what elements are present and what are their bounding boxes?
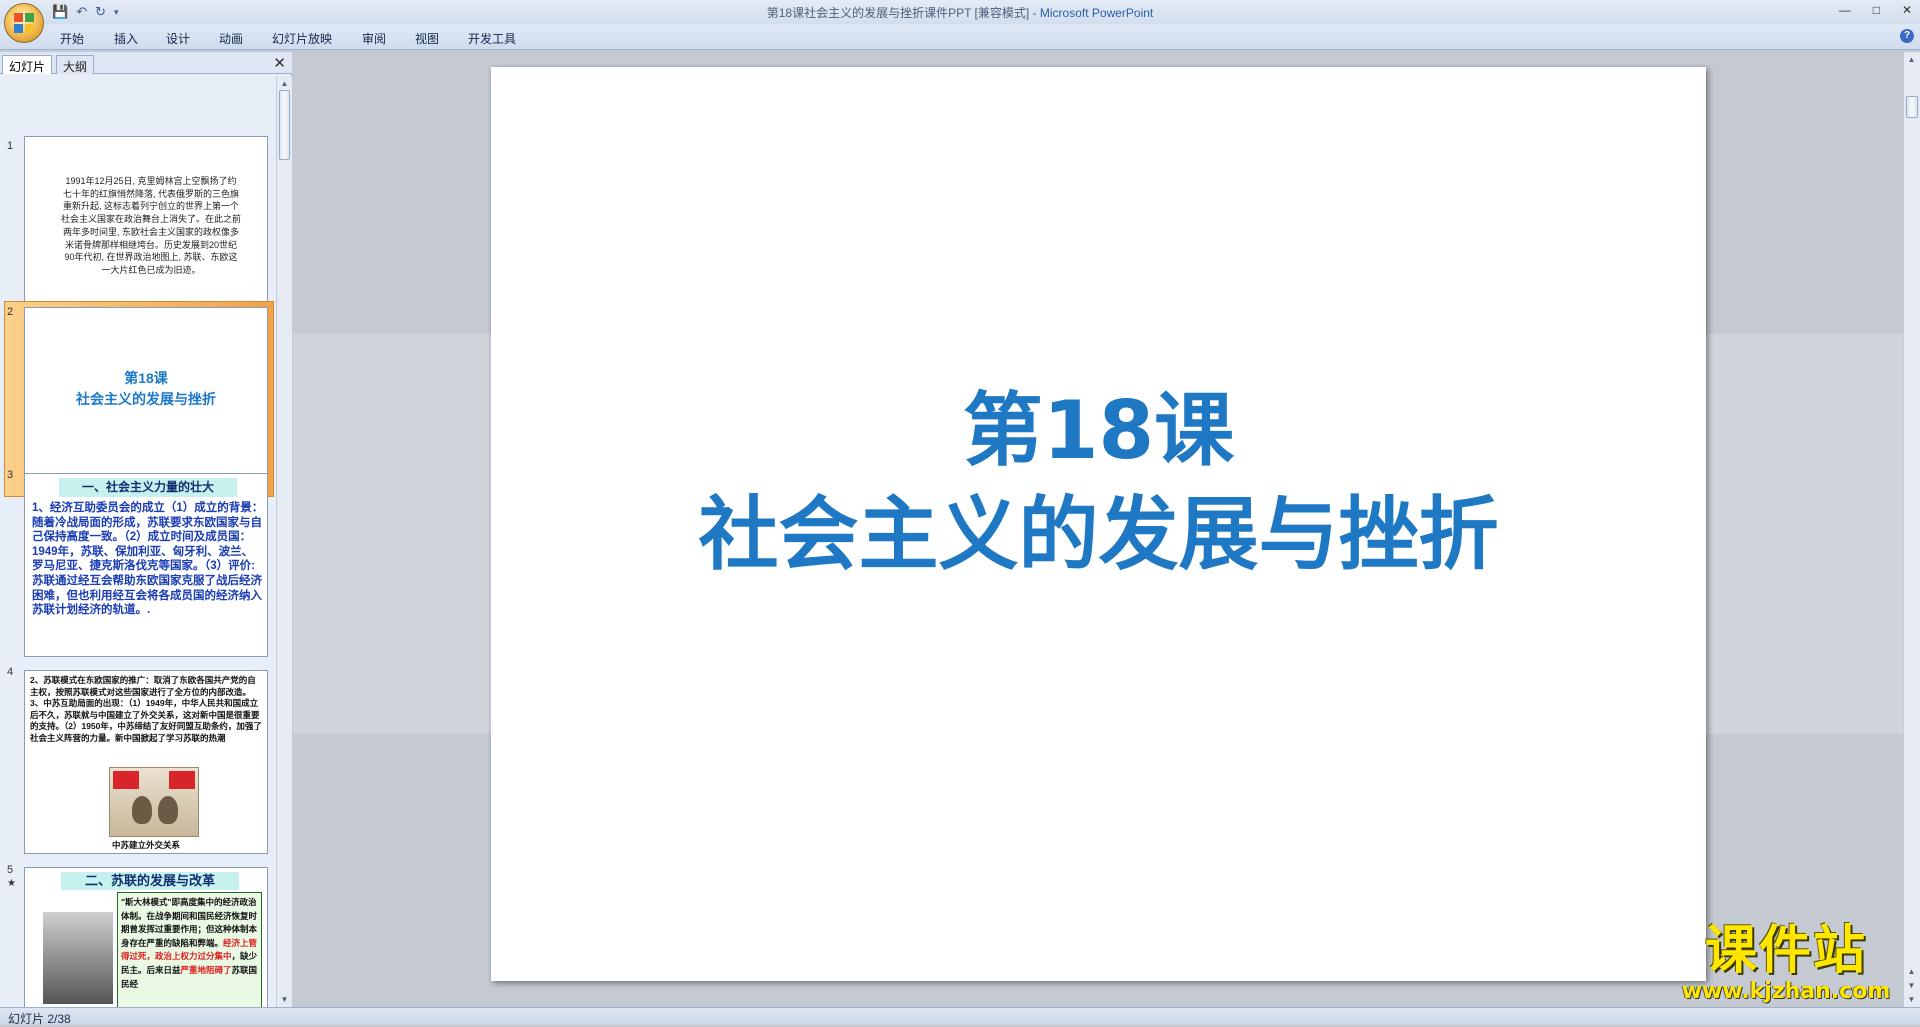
animation-icon: ★ — [7, 878, 16, 889]
tab-animations[interactable]: 动画 — [219, 30, 243, 47]
flag-icon — [169, 771, 195, 789]
thumbnail-body: 1、经济互助委员会的成立（1）成立的背景：随着冷战局面的形成，苏联要求东欧国家与… — [32, 502, 264, 617]
title-separator: - — [1029, 6, 1040, 20]
title-bar: 第18课社会主义的发展与挫折课件PPT [兼容模式] - Microsoft P… — [0, 0, 1920, 24]
window-title: 第18课社会主义的发展与挫折课件PPT [兼容模式] - Microsoft P… — [0, 4, 1920, 21]
slide-thumbnail-5[interactable]: 二、苏联的发展与改革 "斯大林模式"即高度集中的经济政治体制。在战争期间和国民经… — [24, 867, 268, 1007]
thumbnail-title-line1: 第18课 — [124, 370, 168, 386]
status-bar: 幻灯片 2/38 — [0, 1007, 1920, 1026]
panel-tabs: 幻灯片 大纲 ✕ — [0, 52, 292, 74]
slide-number: 3 — [7, 469, 14, 481]
slides-panel: 幻灯片 大纲 ✕ 1 1991年12月25日, 克里姆林宫上空飘扬了约七十年的红… — [0, 52, 292, 1007]
watermark-url: www.kjzhan.com — [1681, 979, 1891, 1004]
tab-design[interactable]: 设计 — [166, 30, 190, 47]
thumbnail-heading: 二、苏联的发展与改革 — [61, 872, 239, 890]
app-name: Microsoft PowerPoint — [1039, 6, 1154, 20]
previous-slide-icon[interactable]: ▲ — [1906, 966, 1917, 977]
undo-icon[interactable]: ↶ — [76, 4, 87, 20]
document-title: 第18课社会主义的发展与挫折课件PPT [兼容模式] — [766, 6, 1030, 20]
thumbnail-title-line2: 社会主义的发展与挫折 — [76, 391, 216, 407]
window-controls: — □ ✕ — [1839, 3, 1912, 17]
save-icon[interactable]: 💾 — [52, 4, 68, 20]
tab-slides[interactable]: 幻灯片 — [2, 55, 53, 74]
photo-caption: 中苏建立外交关系 — [111, 840, 180, 850]
thumbnail-text: 1991年12月25日, 克里姆林宫上空飘扬了约七十年的红旗悄然降落, 代表俄罗… — [61, 176, 242, 275]
tab-view[interactable]: 视图 — [415, 30, 439, 47]
scroll-thumb[interactable] — [1906, 96, 1918, 118]
ribbon-tabs: 开始 插入 设计 动画 幻灯片放映 审阅 视图 开发工具 ? — [0, 24, 1920, 50]
slide-number: 4 — [7, 666, 14, 678]
slide-title-line1: 第18课 — [962, 384, 1235, 477]
slide-canvas: 第18课 社会主义的发展与挫折 ▲ ▲ ▼ ▼ — [293, 52, 1920, 1007]
thumbnail-list: 1 1991年12月25日, 克里姆林宫上空飘扬了约七十年的红旗悄然降落, 代表… — [0, 76, 276, 1007]
quick-access-toolbar: 💾 ↶ ↻ ▾ — [52, 3, 119, 21]
slide-thumbnail-1[interactable]: 1991年12月25日, 克里姆林宫上空飘扬了约七十年的红旗悄然降落, 代表俄罗… — [24, 136, 268, 320]
tab-outline[interactable]: 大纲 — [56, 55, 95, 74]
scroll-up-icon[interactable]: ▲ — [279, 78, 290, 89]
maximize-icon[interactable]: □ — [1873, 3, 1880, 17]
slide-thumbnail-4[interactable]: 2、苏联模式在东欧国家的推广：取消了东欧各国共产党的自主权，按照苏联模式对这些国… — [24, 670, 268, 854]
portrait-icon — [132, 796, 152, 824]
canvas-scrollbar[interactable]: ▲ ▲ ▼ ▼ — [1903, 52, 1920, 1007]
slide-number: 1 — [7, 140, 14, 152]
close-window-icon[interactable]: ✕ — [1902, 3, 1912, 17]
scroll-thumb[interactable] — [279, 90, 290, 160]
thumbnail-textbox: "斯大林模式"即高度集中的经济政治体制。在战争期间和国民经济恢复时期曾发挥过重要… — [117, 892, 262, 1007]
watermark-title: 课件站 — [1704, 921, 1867, 981]
slide-thumbnail-2[interactable]: 第18课 社会主义的发展与挫折 — [24, 307, 268, 491]
thumbnail-scrollbar[interactable]: ▲ ▼ — [276, 76, 292, 1007]
close-panel-icon[interactable]: ✕ — [273, 54, 286, 72]
office-button[interactable] — [4, 3, 44, 43]
customize-toolbar-chevron-icon[interactable]: ▾ — [114, 4, 119, 20]
office-logo-icon — [14, 13, 34, 33]
slide-title-line2: 社会主义的发展与挫折 — [698, 488, 1499, 581]
flag-icon — [113, 771, 139, 789]
slide-counter: 幻灯片 2/38 — [8, 1012, 71, 1026]
current-slide[interactable]: 第18课 社会主义的发展与挫折 — [491, 67, 1706, 981]
slide-title[interactable]: 第18课 社会主义的发展与挫折 — [491, 379, 1706, 587]
next-slide-icon[interactable]: ▼ — [1906, 980, 1917, 991]
scroll-down-icon[interactable]: ▼ — [1906, 994, 1917, 1005]
tab-slideshow[interactable]: 幻灯片放映 — [272, 30, 332, 47]
portrait-photo — [43, 912, 113, 1004]
minimize-icon[interactable]: — — [1839, 3, 1851, 17]
help-icon[interactable]: ? — [1900, 29, 1914, 43]
textbox-highlight: 严重地阻碍了 — [180, 964, 232, 975]
scroll-down-icon[interactable]: ▼ — [279, 994, 290, 1005]
thumbnail-heading: 一、社会主义力量的壮大 — [59, 478, 237, 497]
slide-number: 5 — [7, 864, 14, 876]
tab-developer[interactable]: 开发工具 — [468, 30, 516, 47]
thumbnail-title: 第18课 社会主义的发展与挫折 — [25, 368, 267, 410]
tab-review[interactable]: 审阅 — [362, 30, 386, 47]
tab-insert[interactable]: 插入 — [114, 30, 138, 47]
slide-thumbnail-3[interactable]: 一、社会主义力量的壮大 1、经济互助委员会的成立（1）成立的背景：随着冷战局面的… — [24, 473, 268, 657]
portrait-icon — [158, 796, 178, 824]
scroll-up-icon[interactable]: ▲ — [1906, 54, 1917, 65]
watermark-logo: 课件站 www.kjzhan.com — [1676, 922, 1896, 1004]
newspaper-photo — [109, 767, 199, 837]
redo-icon[interactable]: ↻ — [95, 4, 106, 20]
thumbnail-body: 2、苏联模式在东欧国家的推广：取消了东欧各国共产党的自主权，按照苏联模式对这些国… — [30, 675, 262, 743]
slide-number: 2 — [7, 306, 14, 318]
tab-home[interactable]: 开始 — [60, 30, 84, 47]
